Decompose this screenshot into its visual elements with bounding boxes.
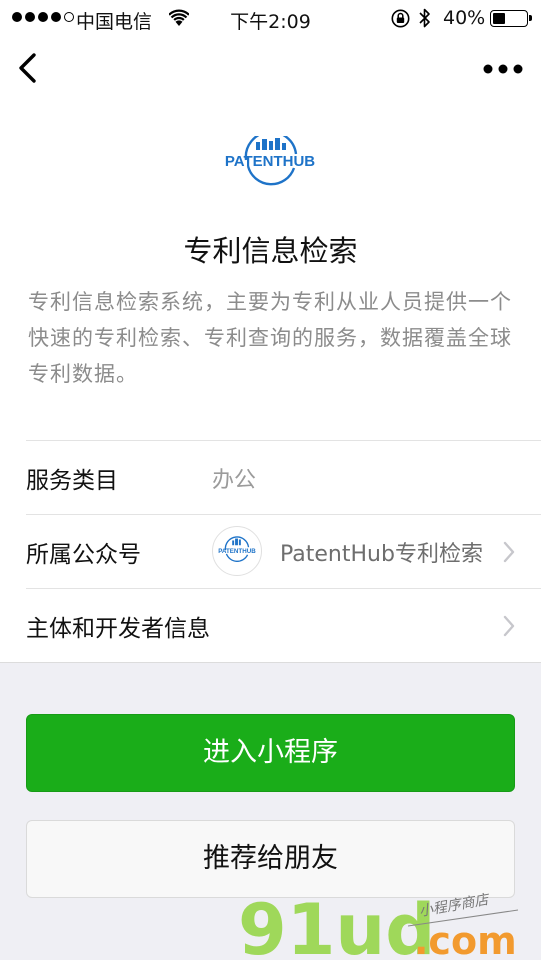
more-options-button[interactable] [479,52,527,86]
avatar-text: PATENTHUB [218,548,256,555]
chevron-right-icon [503,541,515,563]
info-list: 服务类目 办公 所属公众号 PATENTHUB PatentHub专利检索 主体… [0,440,541,662]
row-value: 办公 [212,468,257,493]
91ud-watermark-logo: 91ud .com 小程序商店 [238,889,519,960]
row-label: 所属公众号 [26,542,141,568]
official-account-row[interactable]: 所属公众号 PATENTHUB PatentHub专利检索 [26,514,541,588]
official-account-name: PatentHub专利检索 [280,542,483,567]
back-button[interactable] [8,46,52,90]
app-description: 专利信息检索系统，主要为专利从业人员提供一个快速的专利检索、专利查询的服务，数据… [28,290,512,386]
status-bar: 中国电信 下午2:09 40% [0,0,541,36]
bluetooth-icon [419,8,430,28]
enter-mini-program-button[interactable]: 进入小程序 [26,714,515,792]
logo-text: PATENTHUB [225,153,315,170]
chevron-right-icon [503,615,515,637]
row-label: 主体和开发者信息 [26,616,210,642]
patenthub-logo: PATENTHUB [225,136,315,186]
developer-info-row[interactable]: 主体和开发者信息 [26,588,541,662]
watermark-brand: 91ud [238,889,435,960]
app-title: 专利信息检索 [183,234,358,268]
watermark-suffix: .com [414,919,517,960]
service-category-row: 服务类目 办公 [26,440,541,514]
navigation-bar [0,36,541,108]
battery-icon [490,10,532,27]
battery-percent: 40% [443,7,486,29]
official-account-avatar: PATENTHUB [212,526,262,576]
battery-level-fill [493,13,505,24]
mini-program-info-panel: PATENTHUB 专利信息检索 专利信息检索系统，主要为专利从业人员提供一个快… [0,108,541,663]
row-label: 服务类目 [26,468,118,494]
orientation-lock-icon [391,9,410,28]
